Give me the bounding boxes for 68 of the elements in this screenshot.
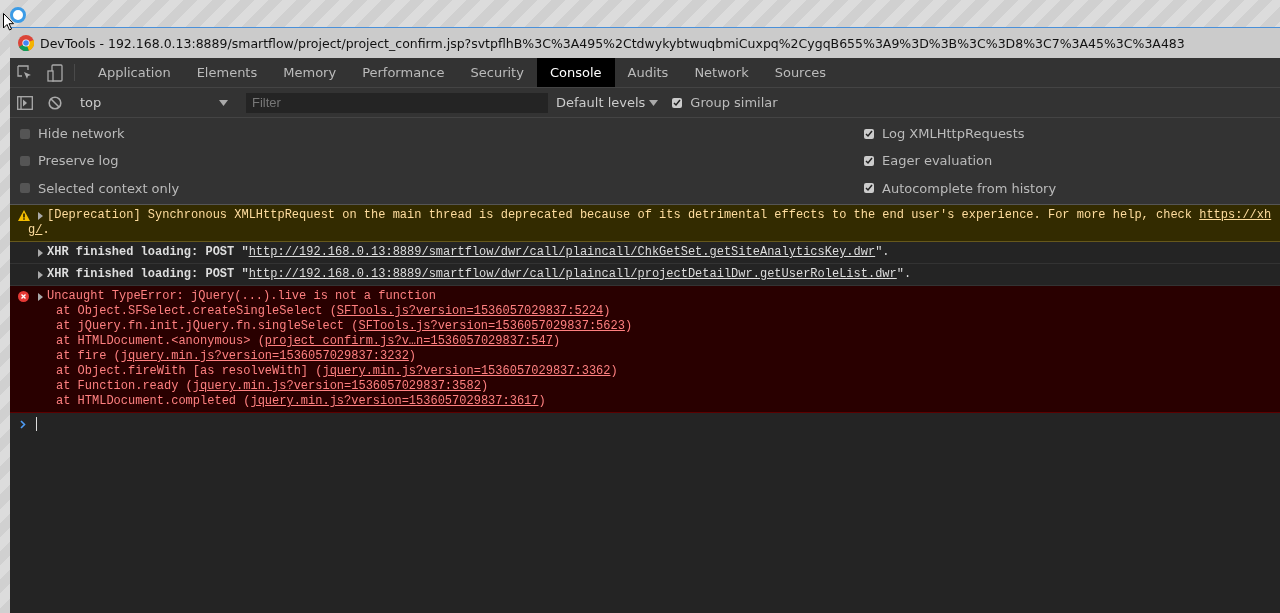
source-link[interactable]: project_confirm.js?v…n=1536057029837:547 (264, 334, 553, 348)
error-text: Uncaught TypeError: jQuery(...).live is not a function (47, 289, 436, 304)
check-icon (865, 157, 873, 165)
check-icon (865, 184, 873, 193)
check-icon (673, 98, 682, 107)
warning-icon (18, 210, 30, 221)
warning-text: . (42, 223, 50, 238)
check-icon (865, 129, 873, 138)
expand-arrow-icon[interactable] (38, 211, 43, 220)
help-link[interactable]: https://xh (1199, 208, 1272, 223)
checkbox[interactable]: Group similar (672, 95, 778, 110)
stack-frame-text: at HTMLDocument.<anonymous> ( (56, 334, 265, 348)
filter-field[interactable]: Filter (246, 92, 548, 113)
stack-frame-text: at jQuery.fn.init.jQuery.fn.singleSelect ( (56, 319, 359, 333)
stack-frame-text: at Function.ready ( (56, 379, 193, 393)
stack-frame-text: ) (480, 379, 489, 393)
url-link[interactable]: http://192.168.0.13:8889/smartflow/dwr/call/plaincall/ChkGetSet.getSiteAnalyticsKey.dwr (248, 245, 876, 260)
stack-frame-text: ) (610, 364, 618, 378)
log-text: ". (896, 267, 912, 282)
panel-tab[interactable]: Sources (761, 58, 840, 87)
checkbox[interactable]: Selected context only (20, 180, 864, 196)
help-link[interactable]: g/ (28, 223, 43, 238)
checkbox[interactable]: Log XMLHttpRequests (864, 126, 1270, 142)
panel-tab[interactable]: Console (536, 58, 615, 87)
error-icon (18, 291, 29, 302)
stack-frame-text: at Object.fireWith [as resolveWith] ( (56, 364, 323, 378)
browser-logo-icon (18, 35, 34, 51)
window-title: DevTools - 192.168.0.13:8889/smartflow/project/project_confirm.jsp?svtpflhB%3C%3A495%2CtdwykybtwuqbmiCuxpq%2CygqB655%3A9%3D%3B%3C%3D8%3C7%3A45%3C%3A483 (40, 35, 1185, 51)
expand-arrow-icon[interactable] (38, 270, 43, 279)
source-link[interactable]: jquery.min.js?version=1536057029837:3617 (250, 394, 539, 408)
stack-frame-text: at HTMLDocument.completed ( (56, 394, 251, 408)
stack-frame-text: at Object.SFSelect.createSingleSelect ( (56, 304, 337, 318)
source-link[interactable]: SFTools.js?version=1536057029837:5224 (336, 304, 604, 318)
checkbox[interactable]: Eager evaluation (864, 153, 1270, 169)
context-select[interactable]: top (70, 88, 236, 117)
expand-arrow-icon[interactable] (38, 248, 43, 257)
stack-frame-text: at fire ( (56, 349, 121, 363)
checkbox[interactable]: Preserve log (20, 153, 864, 169)
mouse-pointer-icon (3, 13, 14, 31)
source-link[interactable]: jquery.min.js?version=1536057029837:3362 (322, 364, 611, 378)
caret-icon (219, 99, 228, 106)
url-link[interactable]: http://192.168.0.13:8889/smartflow/dwr/call/plaincall/projectDetailDwr.getUserRoleList.dwr (248, 267, 897, 282)
panel-tab[interactable]: Elements (183, 58, 271, 87)
loading-ring-icon (10, 7, 26, 23)
stack-frame-text: ) (552, 334, 561, 348)
source-link[interactable]: jquery.min.js?version=1536057029837:3232 (120, 349, 409, 363)
stack-frame-text: ) (624, 319, 633, 333)
stack-frame-text: ) (408, 349, 417, 363)
warning-text: [Deprecation] Synchronous XMLHttpRequest on the main thread is deprecated because of its detrimental effects to the end user's experience. For more help, check (47, 208, 1193, 223)
log-text: XHR finished loading: POST " (47, 245, 249, 260)
source-link[interactable]: jquery.min.js?version=1536057029837:3582 (192, 379, 481, 393)
log-text: ". (875, 245, 890, 260)
log-text: XHR finished loading: POST " (47, 267, 249, 282)
checkbox[interactable]: Autocomplete from history (864, 180, 1270, 196)
panel-tab[interactable]: Network (681, 58, 762, 87)
expand-arrow-icon[interactable] (38, 292, 43, 301)
panel-tab[interactable]: Performance (349, 58, 458, 87)
stack-frame-text: ) (538, 394, 546, 408)
stack-frame-text: ) (603, 304, 611, 318)
panel-tab[interactable]: Security (457, 58, 537, 87)
checkbox[interactable]: Hide network (20, 126, 864, 142)
panel-tab[interactable]: Application (85, 58, 184, 87)
panel-tab[interactable]: Memory (270, 58, 350, 87)
levels-dropdown[interactable]: Default levels (556, 95, 659, 110)
prompt-chevron-icon (20, 419, 26, 429)
caret-icon (649, 99, 659, 106)
panel-tab[interactable]: Audits (614, 58, 682, 87)
source-link[interactable]: SFTools.js?version=1536057029837:5623 (358, 319, 625, 333)
